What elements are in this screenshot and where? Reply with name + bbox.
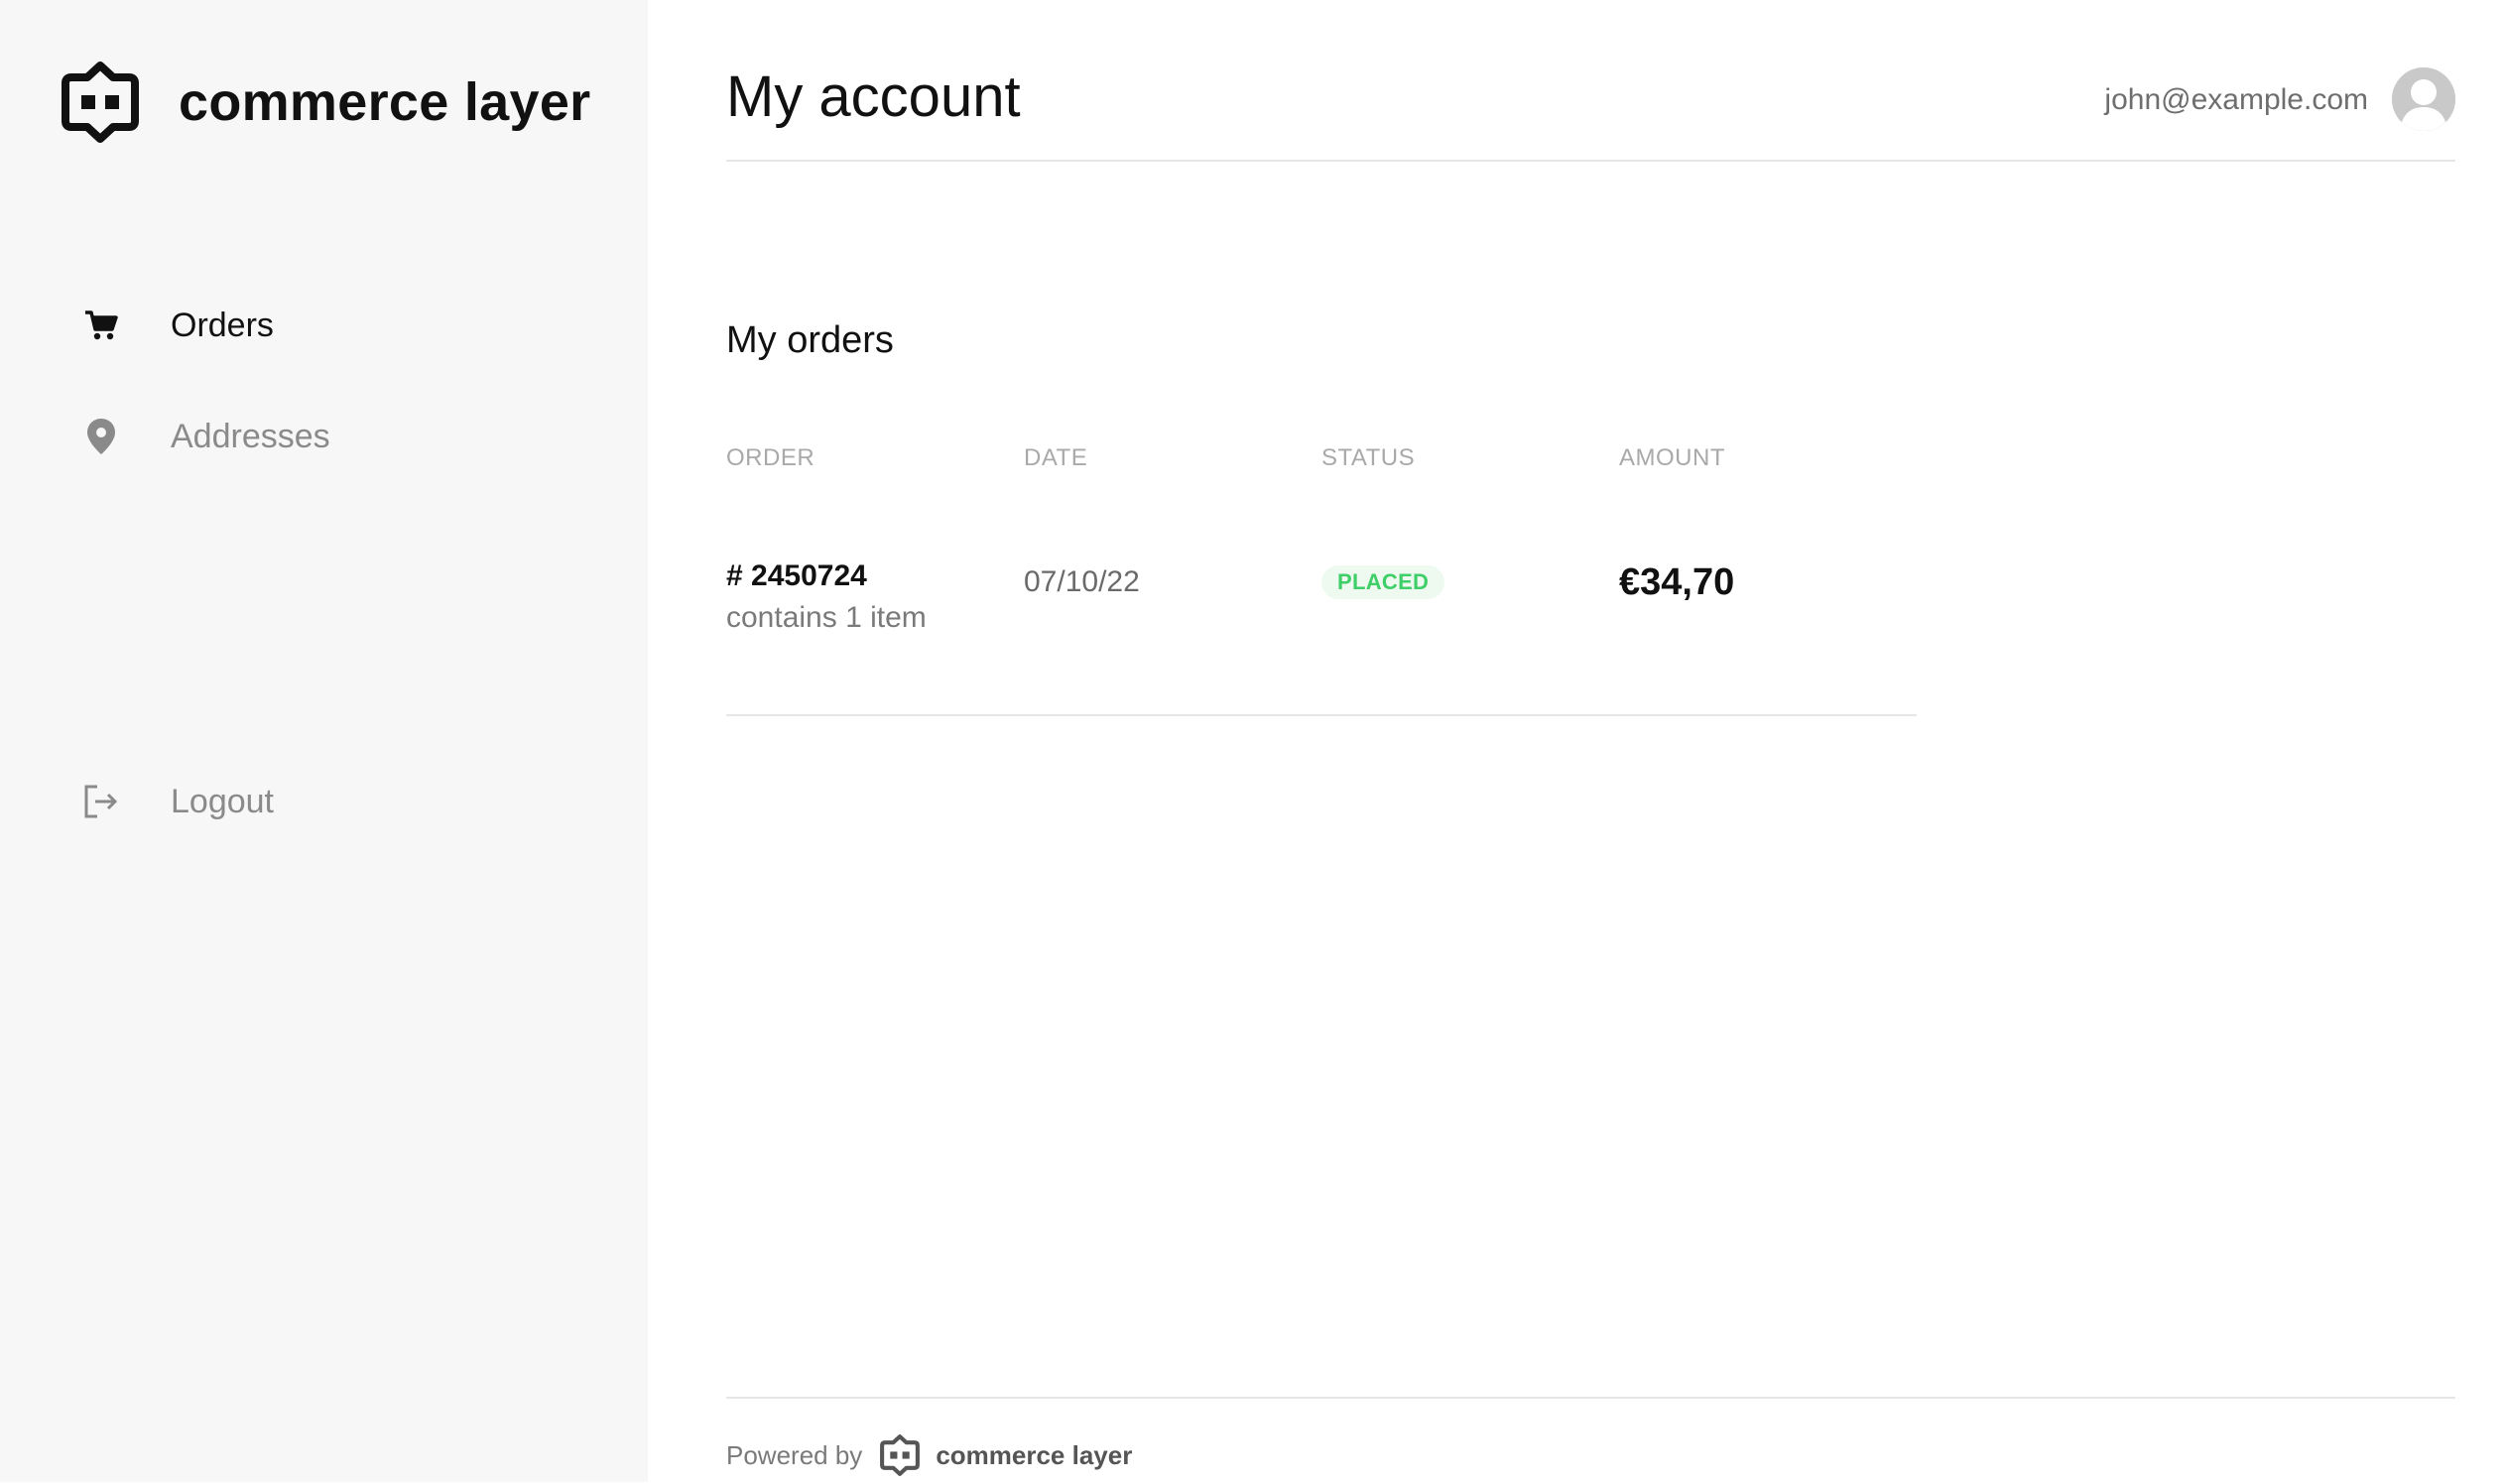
order-date: 07/10/22 bbox=[1024, 565, 1140, 598]
powered-by[interactable]: Powered by commerce layer bbox=[726, 1432, 1132, 1478]
orders-section-title: My orders bbox=[726, 319, 894, 361]
column-header-status: STATUS bbox=[1321, 444, 1416, 471]
footer: Powered by commerce layer bbox=[726, 1397, 2455, 1484]
powered-by-brand: commerce layer bbox=[936, 1439, 1133, 1470]
cart-icon bbox=[83, 306, 119, 345]
sidebar-item-addresses[interactable]: Addresses bbox=[83, 417, 330, 456]
table-row[interactable]: # 2450724 contains 1 item 07/10/22 PLACE… bbox=[726, 559, 1917, 716]
status-badge: PLACED bbox=[1321, 565, 1445, 599]
order-amount: €34,70 bbox=[1619, 561, 1735, 603]
commerce-layer-logo-icon bbox=[62, 62, 139, 143]
column-header-order: ORDER bbox=[726, 444, 815, 471]
order-number[interactable]: # 2450724 bbox=[726, 559, 867, 593]
column-header-date: DATE bbox=[1024, 444, 1088, 471]
logout-icon bbox=[83, 782, 119, 821]
powered-by-label: Powered by bbox=[726, 1439, 863, 1470]
sidebar-item-label: Addresses bbox=[171, 417, 330, 455]
page-title: My account bbox=[726, 64, 1021, 129]
order-item-count: contains 1 item bbox=[726, 601, 927, 634]
logout-label: Logout bbox=[171, 782, 274, 820]
main-content: My account john@example.com My orders OR… bbox=[726, 0, 2455, 1482]
commerce-layer-logo-icon bbox=[880, 1434, 921, 1476]
brand[interactable]: commerce layer bbox=[58, 58, 590, 147]
sidebar: commerce layer Orders Addresses Logout bbox=[0, 0, 648, 1482]
column-header-amount: AMOUNT bbox=[1619, 444, 1725, 471]
sidebar-item-orders[interactable]: Orders bbox=[83, 306, 274, 345]
sidebar-item-label: Orders bbox=[171, 306, 274, 344]
user-email: john@example.com bbox=[2104, 83, 2368, 116]
page-header: My account john@example.com bbox=[726, 0, 2455, 162]
user-avatar-icon[interactable] bbox=[2392, 67, 2455, 131]
map-pin-icon bbox=[83, 417, 119, 456]
brand-name: commerce layer bbox=[179, 72, 591, 132]
logout-button[interactable]: Logout bbox=[83, 782, 274, 821]
